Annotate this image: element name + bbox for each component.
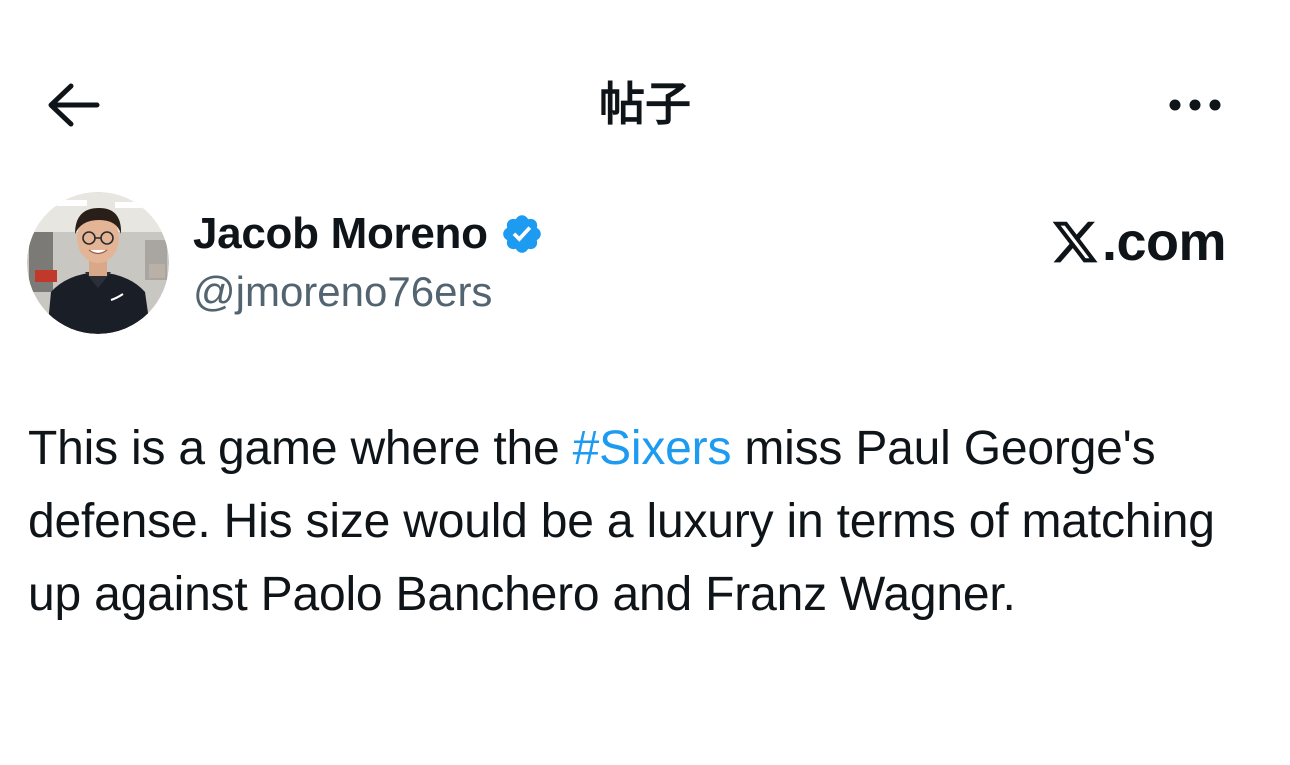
author-display-name[interactable]: Jacob Moreno bbox=[193, 209, 488, 259]
x-com-watermark: .com bbox=[1050, 212, 1227, 272]
arrow-left-icon bbox=[48, 83, 100, 127]
tweet-text: This is a game where the #Sixers miss Pa… bbox=[28, 412, 1268, 631]
tweet-text-before: This is a game where the bbox=[28, 422, 573, 475]
back-button[interactable] bbox=[40, 72, 106, 138]
watermark-text: .com bbox=[1102, 212, 1227, 272]
top-navigation-bar: 帖子 bbox=[0, 0, 1290, 200]
verified-badge-icon bbox=[502, 215, 541, 253]
x-logo-icon bbox=[1052, 221, 1098, 263]
author-name-row: Jacob Moreno bbox=[193, 206, 544, 262]
more-options-button[interactable] bbox=[1160, 78, 1230, 132]
more-horizontal-icon bbox=[1169, 99, 1221, 111]
avatar-image bbox=[27, 192, 169, 334]
avatar[interactable] bbox=[27, 192, 169, 334]
hashtag-link[interactable]: #Sixers bbox=[573, 422, 732, 475]
author-handle[interactable]: @jmoreno76ers bbox=[193, 268, 492, 316]
page-title: 帖子 bbox=[599, 77, 691, 131]
